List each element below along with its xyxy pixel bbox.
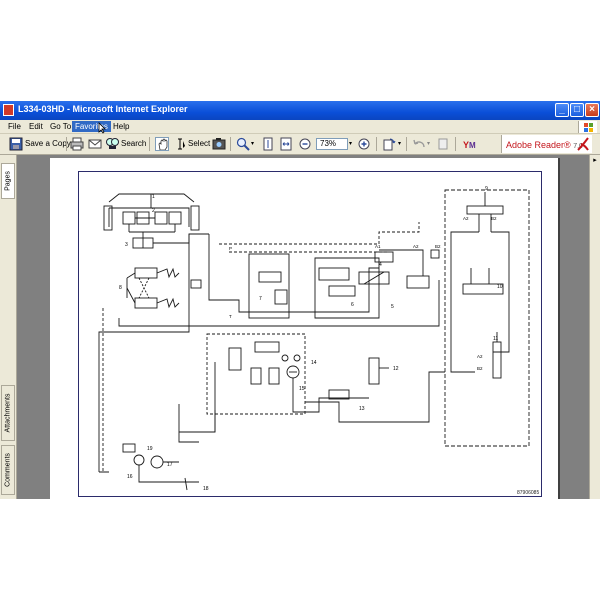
port-label: P (229, 246, 232, 251)
browser-window: L334-03HD - Microsoft Internet Explorer … (0, 101, 600, 499)
select-tool-button[interactable]: Select (188, 137, 210, 151)
zoom-in-icon[interactable] (357, 137, 371, 151)
port-label: A1 (375, 244, 381, 249)
windows-logo-icon (578, 121, 597, 133)
pump-group (122, 443, 199, 491)
port-label: B2 (477, 366, 483, 371)
toolbar-separator (376, 137, 377, 151)
valve-3 (132, 232, 209, 249)
zoom-tool-dropdown-icon[interactable]: ▾ (251, 137, 254, 151)
callout-label: 14 (311, 360, 317, 366)
zoom-level-input[interactable]: 73% (316, 138, 348, 150)
previous-view-dropdown-icon[interactable]: ▾ (427, 137, 430, 151)
callout-label: 1 (152, 194, 155, 200)
callout-label: 12 (393, 366, 399, 372)
tab-pages[interactable]: Pages (1, 163, 15, 199)
callout-label: 17 (167, 462, 173, 468)
port-label: A2 (413, 244, 419, 249)
menu-edit[interactable]: Edit (29, 122, 43, 131)
document-viewport[interactable]: 1 2 3 8 6 7 5 4 P T A1 A2 B2 9 10 11 A2 … (17, 155, 590, 499)
toolbar-separator (455, 137, 456, 151)
callout-label: 15 (299, 386, 305, 392)
control-block-6-7 (248, 249, 430, 319)
close-button[interactable]: × (585, 103, 599, 117)
brand-name: Adobe Reader (506, 140, 565, 150)
toolbar-separator (66, 137, 67, 151)
zoom-out-icon[interactable] (298, 137, 312, 151)
search-button[interactable]: Search (121, 137, 146, 151)
callout-label: 8 (119, 285, 122, 291)
save-copy-button[interactable]: Save a Copy (25, 137, 71, 151)
brand-reg-mark: ® (564, 140, 571, 150)
zoom-in-tool-icon[interactable] (236, 137, 250, 151)
callout-label: 4 (379, 262, 382, 268)
mouse-cursor-icon (98, 122, 106, 134)
dashed-subassembly (444, 189, 530, 447)
search-icon[interactable] (105, 137, 119, 151)
previous-view-icon[interactable] (412, 137, 426, 151)
tab-attachments[interactable]: Attachments (1, 385, 15, 441)
hand-tool-icon[interactable] (155, 137, 169, 151)
blank-background (0, 499, 600, 600)
zoom-dropdown-icon[interactable]: ▾ (349, 137, 352, 151)
port-label: B2 (491, 216, 497, 221)
select-text-icon[interactable] (174, 137, 188, 151)
window-title: L334-03HD - Microsoft Internet Explorer (18, 104, 188, 114)
callout-label: 6 (351, 302, 354, 308)
callout-label: 19 (147, 446, 153, 452)
pdf-app-icon (3, 104, 14, 116)
title-bar[interactable]: L334-03HD - Microsoft Internet Explorer … (0, 101, 600, 120)
next-view-icon[interactable] (436, 137, 450, 151)
save-copy-icon[interactable] (9, 137, 23, 151)
tab-comments[interactable]: Comments (1, 445, 15, 495)
menu-go-to[interactable]: Go To (50, 122, 71, 131)
yahoo-toolbar-icon[interactable]: YM (462, 137, 484, 151)
callout-label: 11 (493, 336, 498, 342)
spring-cylinders-8 (126, 267, 180, 309)
pdf-page: 1 2 3 8 6 7 5 4 P T A1 A2 B2 9 10 11 A2 … (50, 158, 560, 499)
callout-label: 10 (497, 284, 503, 290)
port-label: B2 (435, 244, 441, 249)
reader-main-area: Pages Attachments Comments 1 2 3 8 6 7 5… (0, 155, 600, 499)
rotate-dropdown-icon[interactable]: ▾ (398, 137, 401, 151)
print-icon[interactable] (70, 137, 84, 151)
callout-label: 5 (391, 304, 394, 310)
callout-label: 18 (203, 486, 209, 492)
callout-label: 16 (127, 474, 133, 480)
snapshot-tool-icon[interactable] (212, 137, 226, 151)
hydraulic-schematic: 1 2 3 8 6 7 5 4 P T A1 A2 B2 9 10 11 A2 … (98, 186, 530, 492)
actual-size-icon[interactable] (261, 137, 275, 151)
port-label: A2 (463, 216, 469, 221)
menu-file[interactable]: File (8, 122, 21, 131)
menu-help[interactable]: Help (113, 122, 129, 131)
menu-bar: File Edit Go To Favorites Help (0, 120, 600, 134)
callout-label: 7 (259, 296, 262, 302)
navigation-pane: Pages Attachments Comments (0, 155, 17, 499)
fit-page-icon[interactable] (279, 137, 293, 151)
email-icon[interactable] (88, 137, 102, 151)
maximize-button[interactable]: □ (570, 103, 584, 117)
callout-label: 13 (359, 406, 365, 412)
reader-swirl-icon (577, 137, 589, 151)
svg-text:M: M (469, 141, 476, 150)
scroll-arrow-icon[interactable]: ▸ (591, 157, 599, 165)
toolbar-separator (230, 137, 231, 151)
drawing-frame: 1 2 3 8 6 7 5 4 P T A1 A2 B2 9 10 11 A2 … (78, 171, 542, 497)
port-label: T (229, 314, 232, 319)
minimize-button[interactable]: _ (555, 103, 569, 117)
drawing-part-number: 87906085 (517, 490, 540, 496)
callout-label: 3 (125, 242, 128, 248)
rotate-view-icon[interactable] (382, 137, 396, 151)
port-label: A2 (477, 354, 483, 359)
toolbar-separator (406, 137, 407, 151)
adobe-reader-logo: Adobe Reader® 7.0 (501, 135, 592, 153)
toolbar-separator (149, 137, 150, 151)
callout-label: 2 (152, 208, 155, 214)
lower-manifold (178, 333, 389, 443)
callout-label: 9 (485, 186, 488, 192)
vertical-scrollbar[interactable]: ▸ (589, 155, 600, 499)
